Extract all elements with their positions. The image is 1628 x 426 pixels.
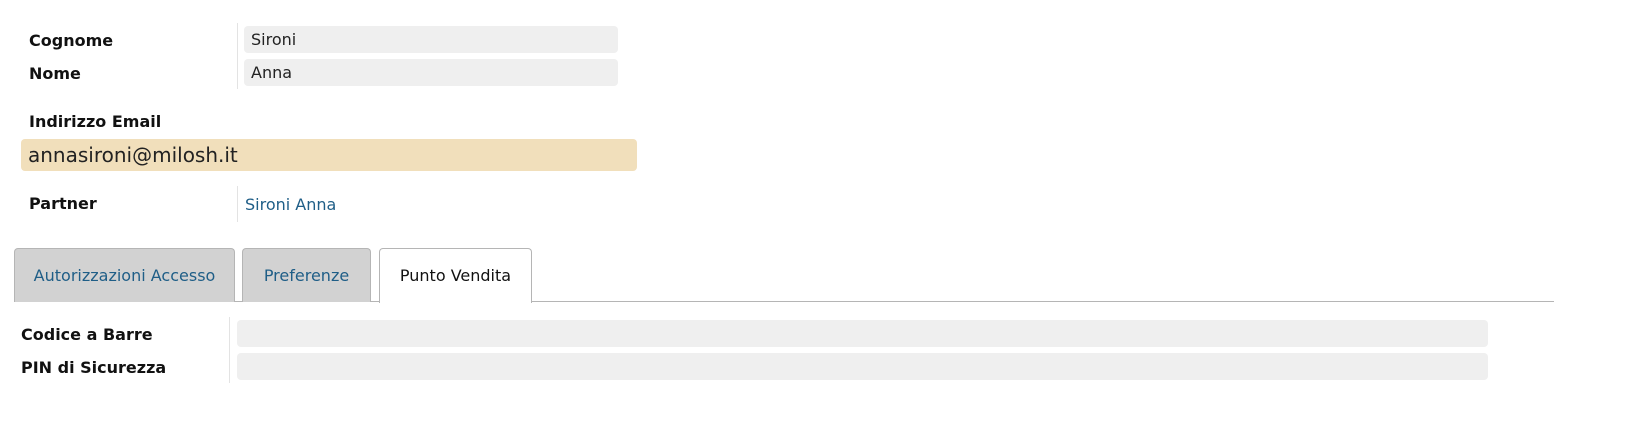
nome-label: Nome bbox=[29, 64, 81, 83]
partner-link[interactable]: Sironi Anna bbox=[245, 195, 336, 214]
user-form-page: Cognome Nome Sironi Anna Indirizzo Email… bbox=[0, 0, 1628, 426]
pin-label: PIN di Sicurezza bbox=[21, 358, 167, 377]
cognome-label: Cognome bbox=[29, 31, 114, 50]
partner-separator bbox=[237, 186, 238, 222]
cognome-field[interactable]: Sironi bbox=[244, 26, 618, 53]
tab-autorizzazioni-accesso[interactable]: Autorizzazioni Accesso bbox=[14, 248, 235, 302]
barcode-field[interactable] bbox=[237, 320, 1488, 347]
barcode-label: Codice a Barre bbox=[21, 325, 153, 344]
tab-preferenze[interactable]: Preferenze bbox=[242, 248, 371, 302]
pin-field[interactable] bbox=[237, 353, 1488, 380]
name-block-separator bbox=[237, 23, 238, 89]
tab-punto-vendita[interactable]: Punto Vendita bbox=[379, 248, 532, 303]
partner-label: Partner bbox=[29, 194, 97, 213]
email-field[interactable]: annasironi@milosh.it bbox=[21, 139, 637, 171]
pos-block-separator bbox=[229, 317, 230, 383]
nome-field[interactable]: Anna bbox=[244, 59, 618, 86]
email-label: Indirizzo Email bbox=[29, 112, 162, 131]
